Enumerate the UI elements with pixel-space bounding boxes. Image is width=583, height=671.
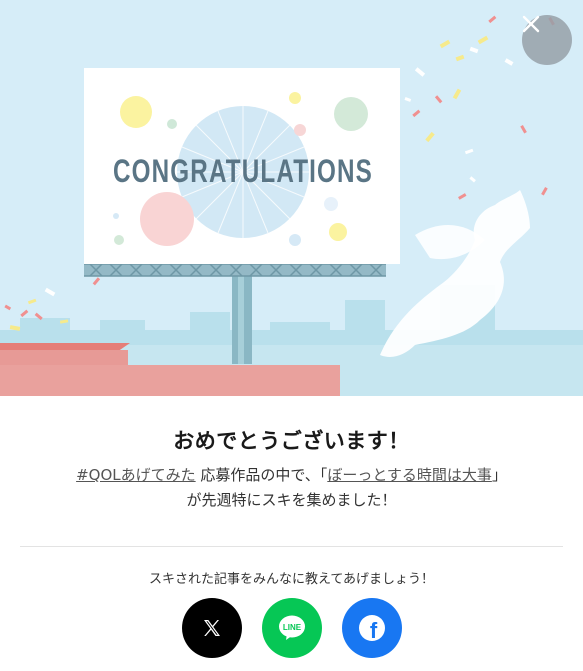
facebook-logo-text: f [370, 618, 378, 642]
divider [20, 546, 563, 547]
x-logo-icon [204, 620, 220, 636]
share-line-button[interactable]: LINE [262, 598, 322, 658]
hero-illustration: CONGRATULATIONS [0, 0, 583, 396]
article-link[interactable]: ぼーっとする時間は大事 [327, 466, 492, 484]
close-icon [522, 15, 540, 33]
dialog-content: おめでとうございます！ #QOLあげてみた 応募作品の中で、「ぼーっとする時間は… [0, 396, 583, 658]
congratulations-modal: CONGRATULATIONS おめでとうございます！ #QOLあげてみた 応募… [0, 0, 583, 671]
dialog-description: #QOLあげてみた 応募作品の中で、「ぼーっとする時間は大事」 が先週特にスキを… [0, 463, 583, 513]
billboard-text: CONGRATULATIONS [113, 153, 373, 189]
line-logo-icon: LINE [279, 615, 305, 640]
share-x-button[interactable] [182, 598, 242, 658]
facebook-logo-icon: f [359, 615, 385, 642]
description-middle: 応募作品の中で、「 [195, 466, 328, 484]
dialog-title: おめでとうございます！ [173, 429, 410, 453]
share-buttons: LINE f [0, 598, 583, 658]
description-after: 」 [491, 466, 507, 484]
line-logo-text: LINE [283, 623, 302, 632]
hashtag-link[interactable]: #QOLあげてみた [76, 466, 196, 484]
share-prompt: スキされた記事をみんなに教えてあげましょう！ [149, 572, 434, 587]
billboard-illustration: CONGRATULATIONS [0, 15, 583, 396]
share-facebook-button[interactable]: f [342, 598, 402, 658]
close-button[interactable] [522, 15, 572, 65]
description-second-line: が先週特にスキを集めました！ [186, 491, 397, 509]
